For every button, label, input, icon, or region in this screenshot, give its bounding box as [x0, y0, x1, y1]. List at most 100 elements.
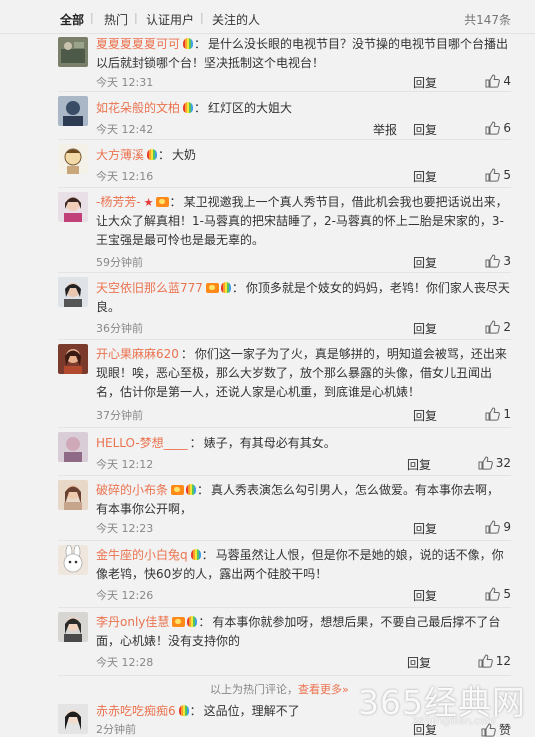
- tab-divider: |: [200, 11, 204, 24]
- comment-actions: 回复 2: [391, 320, 511, 336]
- colon: ：: [194, 37, 207, 51]
- username-link[interactable]: 李丹only佳慧: [96, 615, 169, 629]
- like-button[interactable]: 1: [485, 407, 511, 421]
- comment-actions: 回复 5: [391, 587, 511, 603]
- reply-button[interactable]: 回复: [413, 121, 437, 138]
- comment-time: 今天 12:16: [96, 170, 154, 183]
- username-link[interactable]: -杨芳芳-: [96, 195, 141, 209]
- like-count: 9: [503, 520, 511, 534]
- username-link[interactable]: 金牛座的小白兔q: [96, 548, 188, 562]
- like-button[interactable]: 12: [478, 654, 511, 668]
- avatar[interactable]: [58, 344, 88, 374]
- like-count: 2: [503, 320, 511, 334]
- rainbow-badge-icon: [183, 102, 194, 113]
- username-link[interactable]: 赤赤吃吃痴痴6: [96, 704, 176, 718]
- comment-filter-tabs: 全部 | 热门 | 认证用户 | 关注的人 共147条: [0, 0, 535, 34]
- like-count: 1: [503, 407, 511, 421]
- username-link[interactable]: 大方薄溪: [96, 148, 144, 162]
- comment-body: 这品位，理解不了: [203, 704, 300, 718]
- avatar[interactable]: [58, 96, 88, 126]
- colon: ：: [189, 704, 202, 718]
- thumbs-up-icon: [485, 520, 501, 534]
- avatar[interactable]: [58, 37, 88, 67]
- avatar[interactable]: [58, 545, 88, 575]
- tab-all[interactable]: 全部: [60, 11, 84, 28]
- reply-button[interactable]: 回复: [413, 168, 437, 185]
- tab-following[interactable]: 关注的人: [212, 11, 260, 28]
- like-count: 5: [503, 587, 511, 601]
- comment-item: 天空依旧那么蓝777：你顶多就是个妓女的妈妈，老鸨！你们家人丧尽天良。 36分钟…: [58, 274, 511, 340]
- tab-divider: |: [90, 11, 94, 24]
- thumbs-up-icon: [478, 456, 493, 470]
- comment-time: 今天 12:12: [96, 458, 154, 471]
- comment-time: 2分钟前: [96, 723, 136, 736]
- vip-crown-icon: [172, 617, 186, 627]
- username-link[interactable]: 破碎的小布条: [96, 483, 168, 497]
- comment-text-block: 如花朵般的文柏 ：红灯区的大姐大: [96, 99, 511, 118]
- site-watermark: 365经典网 365jingdian.com: [358, 676, 535, 737]
- thumbs-up-icon: [485, 254, 501, 268]
- colon: ：: [180, 347, 193, 361]
- avatar[interactable]: [58, 192, 88, 222]
- thumbs-up-icon: [485, 121, 501, 135]
- username-link[interactable]: HELLO-梦想____: [96, 436, 188, 450]
- like-button[interactable]: 32: [478, 456, 511, 470]
- username-link[interactable]: 如花朵般的文柏: [96, 101, 180, 115]
- like-button[interactable]: 3: [485, 254, 511, 268]
- thumbs-up-icon: [478, 654, 493, 668]
- comment-time: 今天 12:42: [96, 123, 154, 136]
- reply-button[interactable]: 回复: [413, 520, 437, 537]
- reply-button[interactable]: 回复: [413, 74, 437, 91]
- comment-text-block: -杨芳芳- ★：某卫视邀我上一个真人秀节目，借此机会我也要把话说出来，让大众了解真…: [96, 193, 511, 250]
- star-icon: ★: [143, 196, 154, 209]
- colon: ：: [198, 615, 211, 629]
- comment-item: 如花朵般的文柏 ：红灯区的大姐大 今天 12:42 举报 回复 6: [58, 93, 511, 140]
- comment-item: -杨芳芳- ★：某卫视邀我上一个真人秀节目，借此机会我也要把话说出来，让大众了解真…: [58, 189, 511, 273]
- hot-comments-note: 以上为热门评论，查看更多»: [210, 681, 349, 697]
- comment-body: 大奶: [172, 148, 197, 162]
- comment-text-block: 金牛座的小白兔q：马蓉虽然让人恨，但是你不是她的娘，说的话不像，你像老鸨，快60…: [96, 546, 511, 584]
- avatar[interactable]: [58, 480, 88, 510]
- username-link[interactable]: 夏夏夏夏夏可可: [96, 37, 180, 51]
- tab-hot[interactable]: 热门: [104, 11, 128, 28]
- comment-time: 59分钟前: [96, 256, 143, 269]
- reply-button[interactable]: 回复: [413, 587, 437, 604]
- like-button[interactable]: 5: [485, 587, 511, 601]
- colon: ：: [158, 148, 171, 162]
- view-more-link[interactable]: 查看更多»: [298, 683, 349, 696]
- comment-item: HELLO-梦想____：婊子，有其母必有其女。 今天 12:12 回复 32: [58, 429, 511, 476]
- thumbs-up-icon: [485, 320, 501, 334]
- comment-actions: 回复 3: [391, 254, 511, 270]
- like-button[interactable]: 2: [485, 320, 511, 334]
- avatar[interactable]: [58, 144, 88, 174]
- comment-actions: 回复 1: [391, 407, 511, 423]
- comment-item: 金牛座的小白兔q：马蓉虽然让人恨，但是你不是她的娘，说的话不像，你像老鸨，快60…: [58, 542, 511, 608]
- avatar[interactable]: [58, 432, 88, 462]
- comment-text-block: 李丹only佳慧：有本事你就参加呀，想想后果，不要自己最后撑不了台面，心机婊！没…: [96, 613, 511, 651]
- report-button[interactable]: 举报: [373, 121, 397, 138]
- comment-actions: 回复 4: [391, 74, 511, 90]
- reply-button[interactable]: 回复: [407, 456, 431, 473]
- comment-text-block: 大方薄溪 ：大奶: [96, 146, 511, 165]
- username-link[interactable]: 开心果麻麻620: [96, 347, 179, 361]
- avatar[interactable]: [58, 612, 88, 642]
- avatar[interactable]: [58, 277, 88, 307]
- reply-button[interactable]: 回复: [413, 407, 437, 424]
- like-button[interactable]: 6: [485, 121, 511, 135]
- vip-crown-icon: [205, 283, 219, 293]
- reply-button[interactable]: 回复: [407, 654, 431, 671]
- reply-button[interactable]: 回复: [413, 320, 437, 337]
- rainbow-badge-icon: [220, 282, 231, 293]
- avatar[interactable]: [58, 704, 88, 734]
- like-button[interactable]: 9: [485, 520, 511, 534]
- comment-item: 夏夏夏夏夏可可：是什么没长眼的电视节目？没节操的电视节目哪个台播出以后就封锁哪个…: [58, 34, 511, 92]
- like-count: 32: [495, 456, 511, 470]
- tab-verified[interactable]: 认证用户: [146, 11, 194, 28]
- reply-button[interactable]: 回复: [413, 254, 437, 271]
- colon: ：: [197, 483, 210, 497]
- comment-item: 大方薄溪 ：大奶 今天 12:16 回复 5: [58, 141, 511, 188]
- like-button[interactable]: 4: [485, 74, 511, 88]
- like-button[interactable]: 5: [485, 168, 511, 182]
- username-link[interactable]: 天空依旧那么蓝777: [96, 281, 203, 295]
- colon: ：: [189, 436, 202, 450]
